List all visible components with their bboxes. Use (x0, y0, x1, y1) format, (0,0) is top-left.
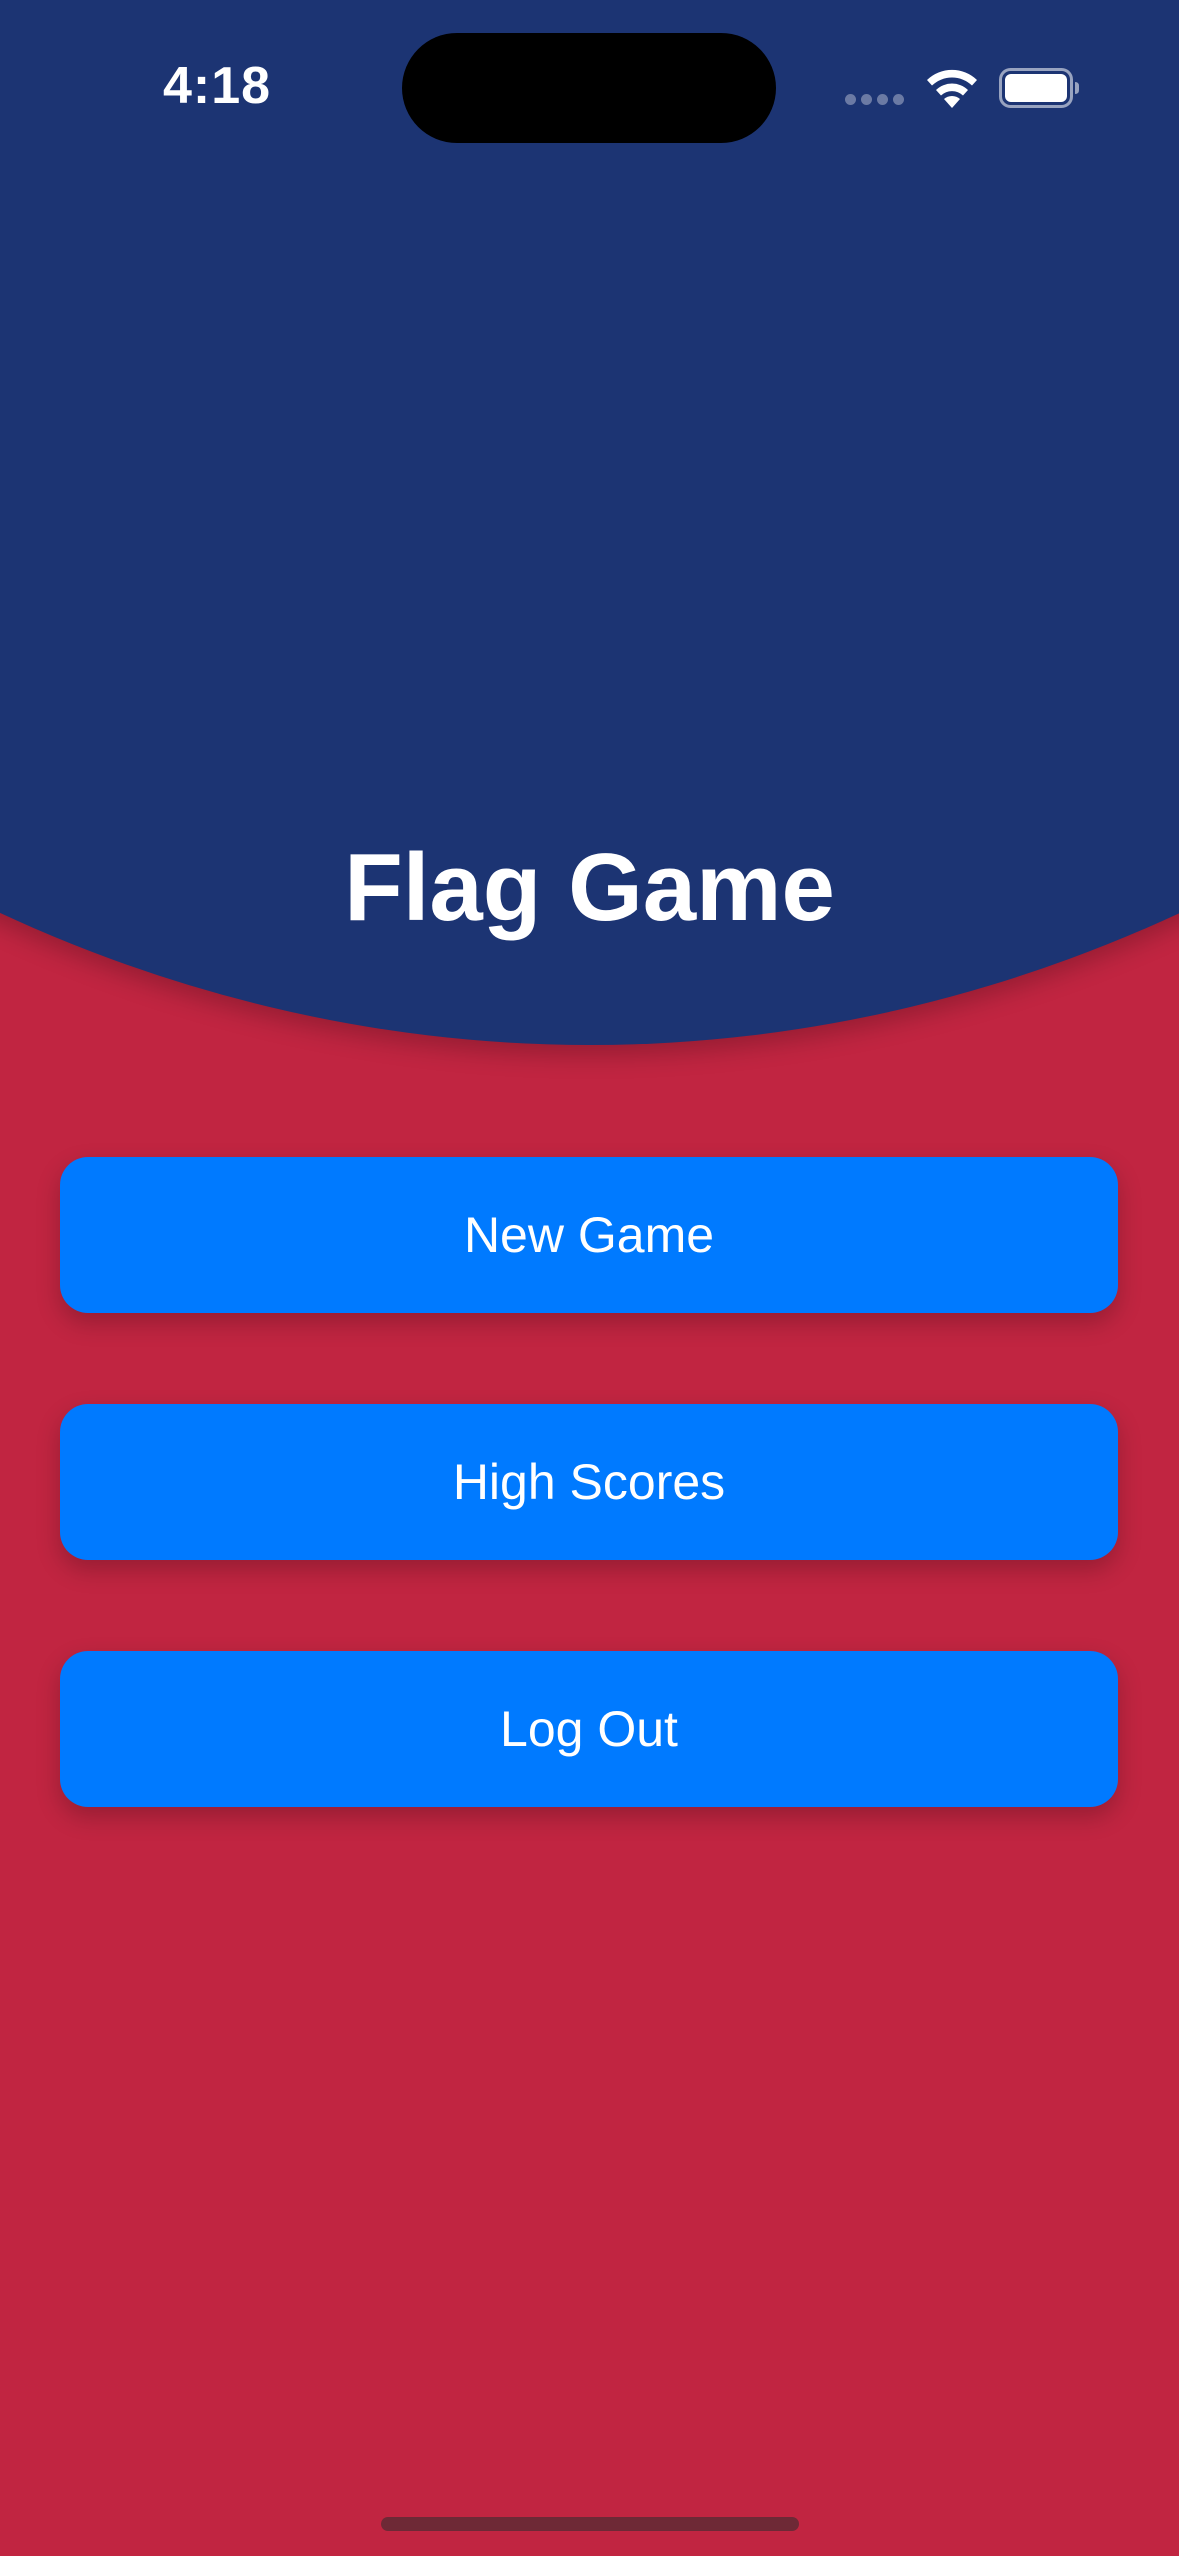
dynamic-island (402, 33, 776, 143)
app-screen: 4:18 Flag Game New Game High Scores Log … (0, 0, 1179, 2556)
main-menu: New Game High Scores Log Out (60, 1157, 1118, 1898)
status-time: 4:18 (163, 57, 272, 115)
home-indicator[interactable] (381, 2517, 799, 2531)
log-out-button[interactable]: Log Out (60, 1651, 1118, 1807)
status-bar: 4:18 (0, 0, 1179, 160)
new-game-button[interactable]: New Game (60, 1157, 1118, 1313)
wifi-icon (927, 69, 977, 108)
high-scores-button[interactable]: High Scores (60, 1404, 1118, 1560)
app-title: Flag Game (344, 834, 835, 941)
battery-icon (999, 68, 1079, 108)
cellular-signal-icon (845, 94, 905, 106)
